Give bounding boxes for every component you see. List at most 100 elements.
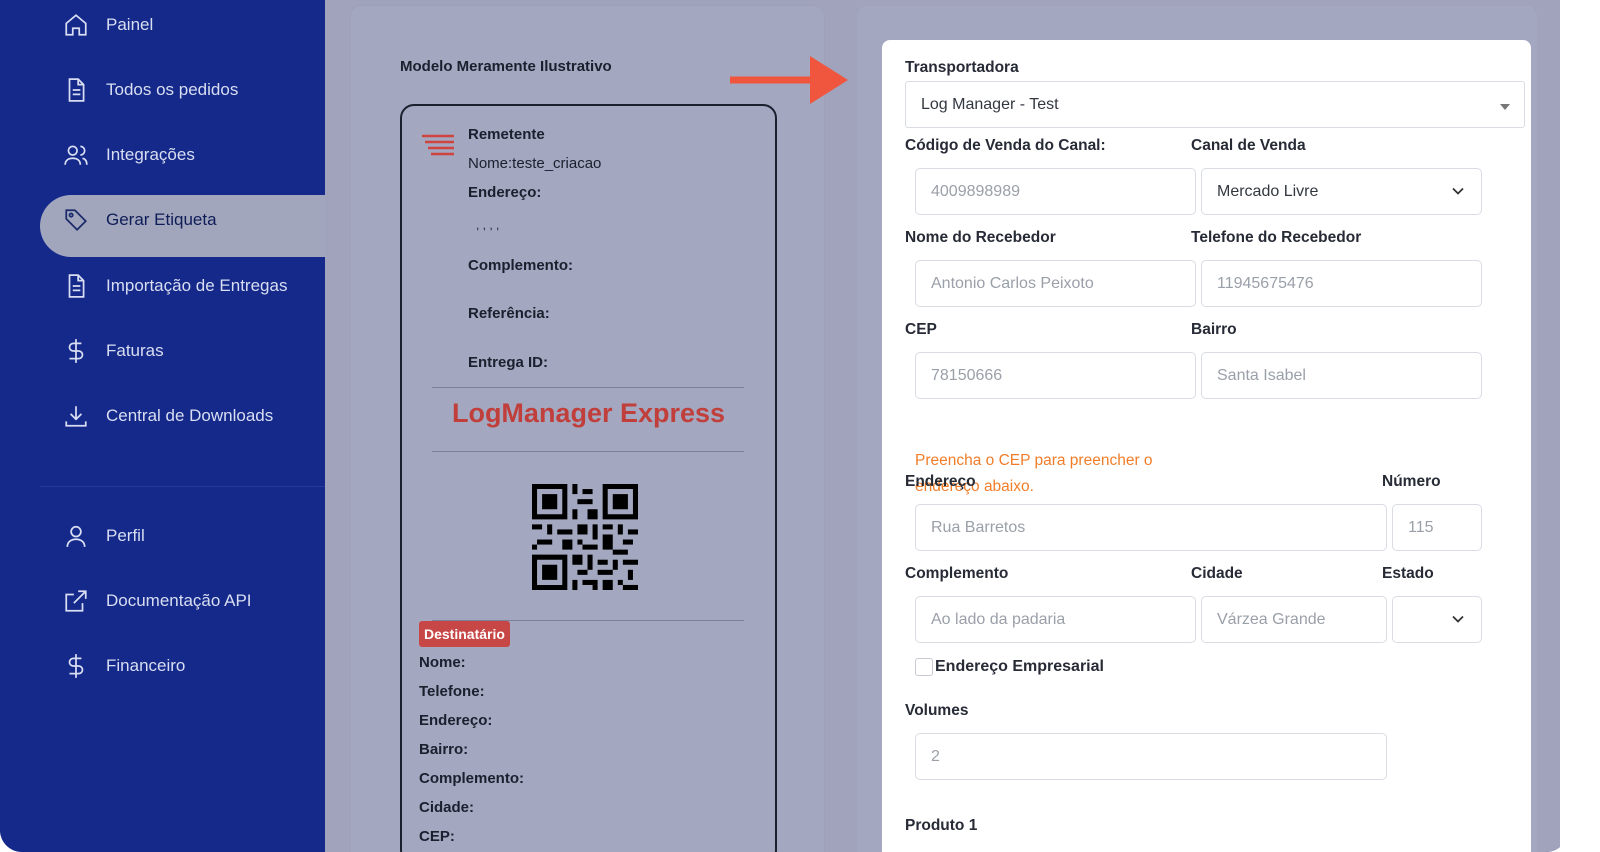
receiver-phone-placeholder: 11945675476 bbox=[1217, 274, 1314, 292]
recipient-district-label: Bairro: bbox=[419, 741, 469, 758]
user-icon bbox=[62, 522, 90, 550]
sidebar-item-label: Financeiro bbox=[106, 656, 186, 675]
product-1-label: Produto 1 bbox=[905, 817, 978, 834]
tag-icon bbox=[62, 206, 90, 234]
dollar-icon bbox=[62, 652, 90, 680]
carrier-label: Transportadora bbox=[905, 59, 1019, 76]
preview-card: Modelo Meramente Ilustrativo Remetente N… bbox=[351, 6, 824, 852]
address-input[interactable]: Rua Barretos bbox=[915, 504, 1387, 551]
address-placeholder: Rua Barretos bbox=[931, 518, 1026, 536]
delivery-id-label: Entrega ID: bbox=[468, 354, 549, 371]
recipient-city-label: Cidade: bbox=[419, 799, 475, 816]
sidebar-item-gerar-etiqueta[interactable]: Gerar Etiqueta bbox=[62, 200, 217, 240]
cep-label: CEP bbox=[905, 321, 937, 338]
app-frame: Painel Todos os pedidos Integrações Gera… bbox=[0, 0, 1568, 852]
sidebar-item-label: Painel bbox=[106, 15, 154, 34]
arrow-icon bbox=[730, 56, 848, 104]
address-label: Endereço bbox=[905, 473, 976, 490]
sidebar-item-faturas[interactable]: Faturas bbox=[62, 331, 164, 371]
sale-code-input[interactable]: 4009898989 bbox=[915, 168, 1196, 215]
sidebar-item-label: Documentação API bbox=[106, 591, 252, 610]
complement-input[interactable]: Ao lado da padaria bbox=[915, 596, 1196, 643]
sidebar-item-todos-os-pedidos[interactable]: Todos os pedidos bbox=[62, 70, 238, 110]
receiver-phone-label: Telefone do Recebedor bbox=[1191, 229, 1362, 246]
sender-address-label: Endereço: bbox=[468, 184, 542, 201]
sidebar-item-financeiro[interactable]: Financeiro bbox=[62, 646, 185, 686]
sidebar-item-label: Central de Downloads bbox=[106, 406, 274, 425]
number-placeholder: 115 bbox=[1408, 518, 1434, 536]
city-label: Cidade bbox=[1191, 565, 1243, 582]
sidebar-item-painel[interactable]: Painel bbox=[62, 5, 153, 45]
city-input[interactable]: Várzea Grande bbox=[1201, 596, 1387, 643]
shipping-form: Transportadora Log Manager - Test Código… bbox=[882, 40, 1531, 852]
district-placeholder: Santa Isabel bbox=[1217, 366, 1306, 384]
brand-logo-icon bbox=[422, 134, 454, 156]
receiver-name-input[interactable]: Antonio Carlos Peixoto bbox=[915, 260, 1196, 307]
number-input[interactable]: 115 bbox=[1392, 504, 1482, 551]
background-strip bbox=[1560, 0, 1600, 852]
dollar-icon bbox=[62, 337, 90, 365]
recipient-cep-label: CEP: bbox=[419, 828, 455, 845]
sender-heading: Remetente bbox=[468, 126, 545, 143]
district-label: Bairro bbox=[1191, 321, 1237, 338]
sidebar-divider bbox=[40, 486, 325, 487]
sidebar-item-central-de-downloads[interactable]: Central de Downloads bbox=[62, 396, 273, 436]
download-icon bbox=[62, 402, 90, 430]
caret-down-icon bbox=[1500, 104, 1510, 110]
carrier-value: Log Manager - Test bbox=[921, 95, 1059, 113]
users-icon bbox=[62, 141, 90, 169]
recipient-complement-label: Complemento: bbox=[419, 770, 524, 787]
volumes-input[interactable]: 2 bbox=[915, 733, 1387, 780]
carrier-select[interactable]: Log Manager - Test bbox=[905, 81, 1525, 128]
divider bbox=[432, 451, 744, 452]
sidebar-item-label: Perfil bbox=[106, 526, 145, 545]
sale-channel-select[interactable]: Mercado Livre bbox=[1201, 168, 1482, 215]
number-label: Número bbox=[1382, 473, 1441, 490]
home-icon bbox=[62, 11, 90, 39]
sidebar-item-integracoes[interactable]: Integrações bbox=[62, 135, 195, 175]
sidebar-item-importacao-de-entregas[interactable]: Importação de Entregas bbox=[62, 266, 287, 306]
qr-code-icon bbox=[532, 484, 638, 590]
shipping-label-preview: Remetente Nome:teste_criacao Endereço: ,… bbox=[400, 104, 777, 852]
sender-address-value: , , , , bbox=[476, 218, 500, 232]
recipient-phone-label: Telefone: bbox=[419, 683, 485, 700]
state-label: Estado bbox=[1382, 565, 1434, 582]
complement-label: Complemento bbox=[905, 565, 1009, 582]
chevron-down-icon bbox=[1452, 615, 1464, 623]
state-select[interactable] bbox=[1392, 596, 1482, 643]
volumes-label: Volumes bbox=[905, 702, 969, 719]
receiver-phone-input[interactable]: 11945675476 bbox=[1201, 260, 1482, 307]
sale-code-placeholder: 4009898989 bbox=[931, 182, 1020, 200]
document-icon bbox=[62, 76, 90, 104]
sender-reference-label: Referência: bbox=[468, 305, 550, 322]
sale-channel-value: Mercado Livre bbox=[1217, 182, 1319, 200]
recipient-badge: Destinatário bbox=[419, 621, 510, 647]
business-address-checkbox[interactable] bbox=[915, 658, 933, 676]
sidebar: Painel Todos os pedidos Integrações Gera… bbox=[0, 0, 340, 852]
document-icon bbox=[62, 272, 90, 300]
business-address-label: Endereço Empresarial bbox=[935, 658, 1104, 675]
business-address-row[interactable]: Endereço Empresarial bbox=[915, 658, 1104, 676]
cep-placeholder: 78150666 bbox=[931, 366, 1003, 384]
brand-name: LogManager Express bbox=[451, 398, 726, 428]
external-link-icon bbox=[62, 587, 90, 615]
recipient-address-label: Endereço: bbox=[419, 712, 493, 729]
city-placeholder: Várzea Grande bbox=[1217, 610, 1326, 628]
divider bbox=[432, 387, 744, 388]
sidebar-item-perfil[interactable]: Perfil bbox=[62, 516, 145, 556]
sidebar-item-label: Gerar Etiqueta bbox=[106, 210, 217, 229]
sender-name: Nome:teste_criacao bbox=[468, 155, 602, 172]
sidebar-item-label: Importação de Entregas bbox=[106, 276, 288, 295]
sidebar-item-label: Faturas bbox=[106, 341, 164, 360]
cep-input[interactable]: 78150666 bbox=[915, 352, 1196, 399]
sidebar-item-documentacao-api[interactable]: Documentação API bbox=[62, 581, 252, 621]
sender-complement-label: Complemento: bbox=[468, 257, 573, 274]
receiver-name-placeholder: Antonio Carlos Peixoto bbox=[931, 274, 1094, 292]
receiver-name-label: Nome do Recebedor bbox=[905, 229, 1056, 246]
sale-code-label: Código de Venda do Canal: bbox=[905, 137, 1106, 154]
sidebar-item-label: Integrações bbox=[106, 145, 195, 164]
volumes-placeholder: 2 bbox=[931, 747, 940, 765]
district-input[interactable]: Santa Isabel bbox=[1201, 352, 1482, 399]
sidebar-item-label: Todos os pedidos bbox=[106, 80, 239, 99]
complement-placeholder: Ao lado da padaria bbox=[931, 610, 1066, 628]
